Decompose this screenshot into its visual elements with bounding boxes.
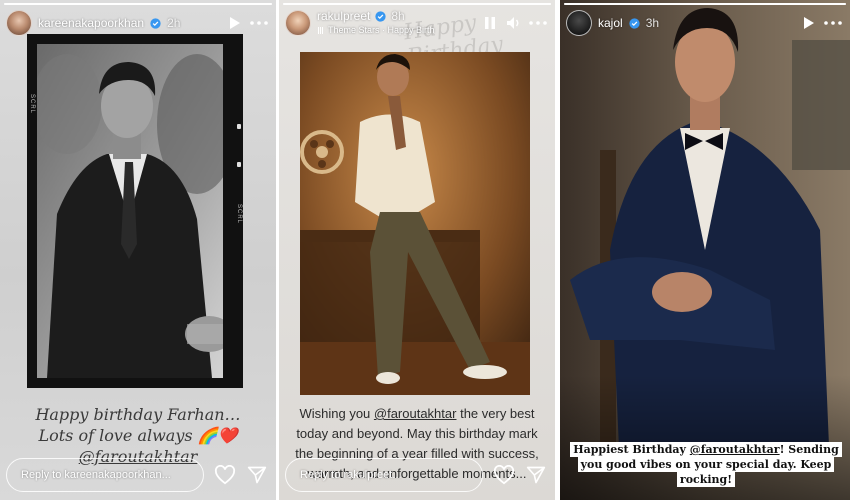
avatar[interactable] bbox=[285, 10, 311, 36]
caption-text: Wishing you bbox=[299, 406, 374, 421]
story-progress-bar bbox=[4, 3, 272, 5]
story-photo bbox=[560, 0, 850, 500]
speaker-icon[interactable] bbox=[505, 14, 523, 32]
more-icon[interactable] bbox=[250, 14, 268, 32]
film-perforation bbox=[237, 162, 241, 167]
post-time: 2h bbox=[167, 16, 181, 30]
send-icon[interactable] bbox=[525, 464, 547, 486]
film-perforation bbox=[237, 124, 241, 129]
heart-icon[interactable] bbox=[214, 464, 236, 486]
caption-line: Lots of love always 🌈❤️ bbox=[38, 426, 238, 445]
story-rakulpreet[interactable]: Happy Birthday rakulpreet 8h Theme Stars… bbox=[279, 0, 555, 500]
post-time: 8h bbox=[391, 9, 405, 23]
username[interactable]: rakulpreet bbox=[317, 9, 370, 23]
story-header: kareenakapoorkhan 2h bbox=[6, 9, 268, 37]
play-icon[interactable] bbox=[800, 14, 818, 32]
story-footer: Reply to rakulpreet... bbox=[285, 458, 547, 492]
story-header: rakulpreet 8h Theme Stars · Happy Birth bbox=[285, 9, 547, 37]
play-icon[interactable] bbox=[226, 14, 244, 32]
music-note-icon bbox=[318, 26, 323, 34]
post-time: 3h bbox=[645, 16, 660, 30]
music-label: Theme Stars · Happy Birth bbox=[328, 25, 435, 35]
verified-badge-icon bbox=[150, 17, 161, 29]
story-kareenakapoorkhan[interactable]: kareenakapoorkhan 2h SCRL SCRL Happy bir… bbox=[0, 0, 276, 500]
more-icon[interactable] bbox=[824, 14, 842, 32]
film-edge-text: SCRL bbox=[236, 204, 242, 225]
more-icon[interactable] bbox=[529, 14, 547, 32]
mention-link[interactable]: @faroutakhtar bbox=[374, 406, 457, 421]
reply-input[interactable]: Reply to rakulpreet... bbox=[285, 458, 483, 492]
heart-icon[interactable] bbox=[493, 464, 515, 486]
send-icon[interactable] bbox=[246, 464, 268, 486]
avatar[interactable] bbox=[6, 10, 32, 36]
film-edge-text: SCRL bbox=[29, 94, 35, 115]
story-progress-bar bbox=[564, 3, 846, 5]
caption-line: Happy birthday Farhan… bbox=[35, 405, 241, 424]
username[interactable]: kajol bbox=[598, 16, 623, 30]
story-header: kajol 3h bbox=[566, 9, 842, 37]
verified-badge-icon bbox=[629, 17, 640, 29]
verified-badge-icon bbox=[375, 10, 387, 22]
music-info[interactable]: Theme Stars · Happy Birth bbox=[317, 23, 435, 37]
avatar[interactable] bbox=[566, 10, 592, 36]
caption-text: Happiest Birthday bbox=[573, 443, 690, 456]
story-footer: Reply to kareenakapoorkhan... bbox=[6, 458, 268, 492]
pause-icon[interactable] bbox=[481, 14, 499, 32]
story-photo bbox=[37, 44, 223, 378]
story-caption: Happiest Birthday @faroutakhtar! Sending… bbox=[568, 442, 844, 487]
username[interactable]: kareenakapoorkhan bbox=[38, 16, 144, 30]
story-photo bbox=[300, 52, 530, 395]
reply-input[interactable]: Reply to kareenakapoorkhan... bbox=[6, 458, 204, 492]
film-frame: SCRL SCRL bbox=[27, 34, 243, 388]
mention-link[interactable]: @faroutakhtar bbox=[690, 443, 780, 456]
story-kajol[interactable]: kajol 3h Happiest Birthday @faroutakhtar… bbox=[560, 0, 850, 500]
